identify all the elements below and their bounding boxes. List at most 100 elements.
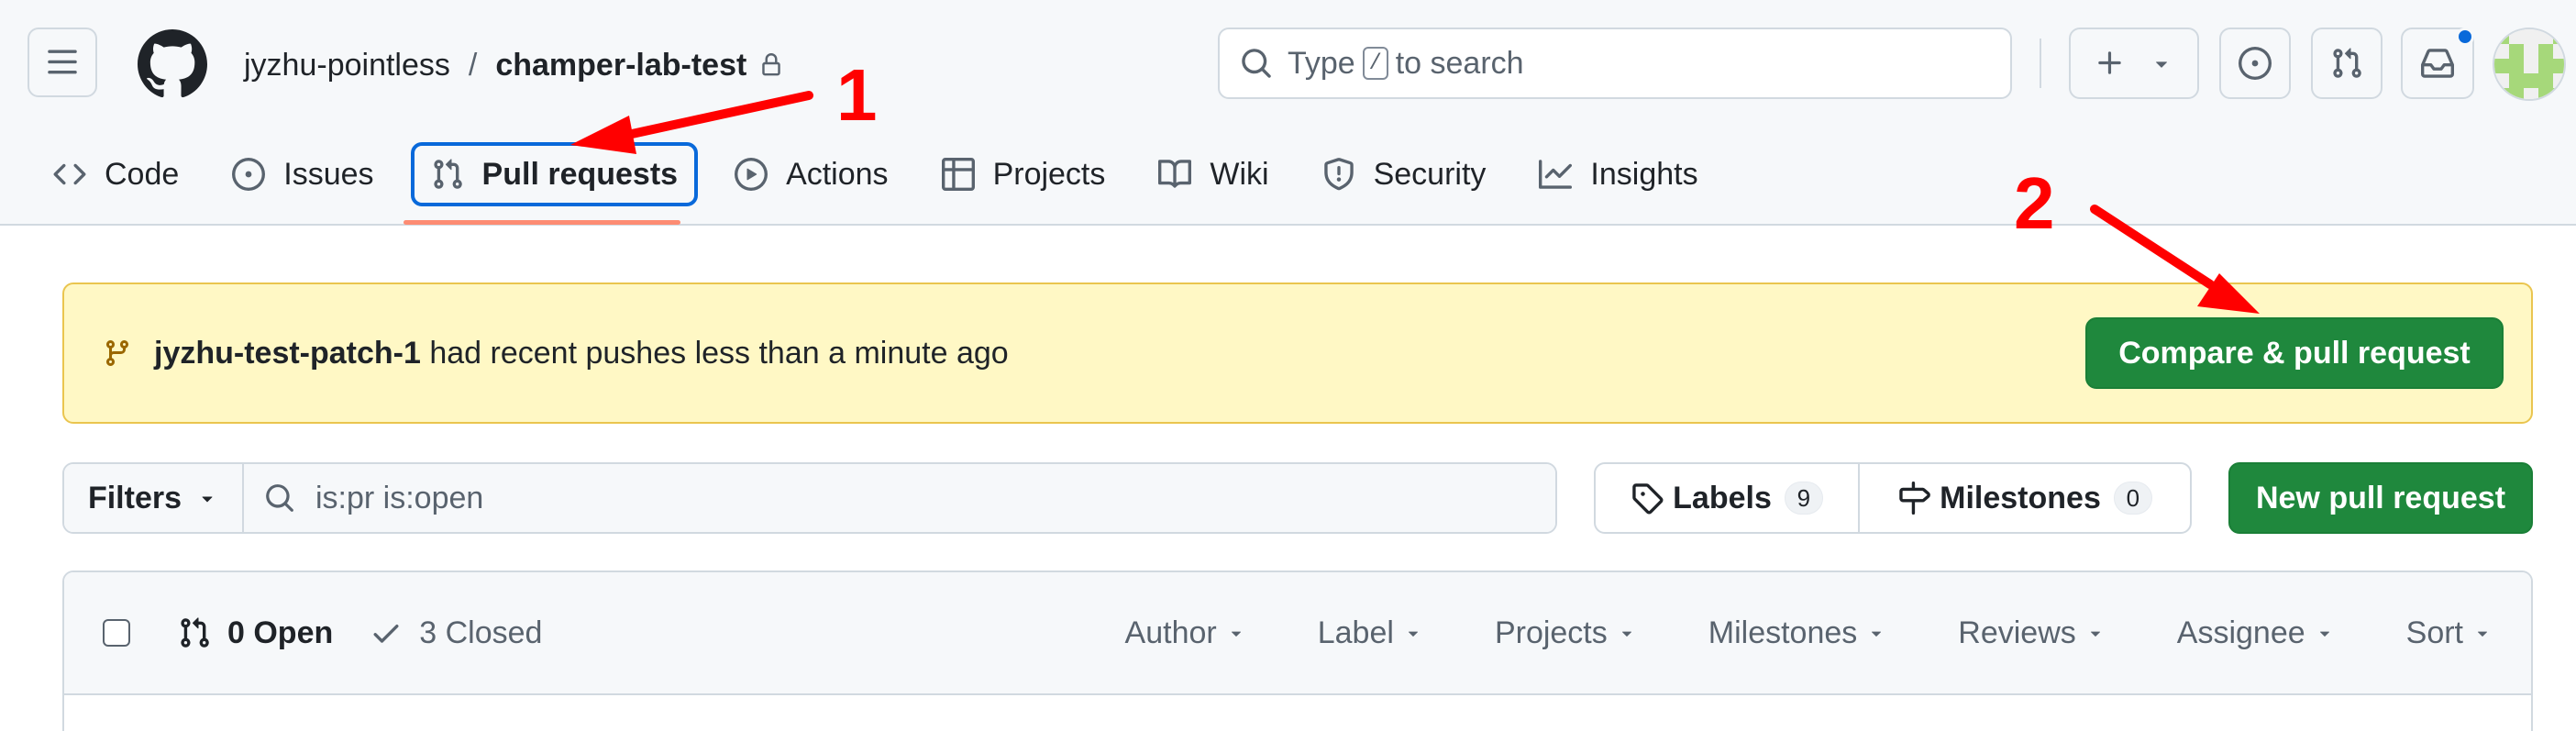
- sort-label: Sort: [2405, 615, 2463, 650]
- projects-filter-menu[interactable]: Projects: [1495, 615, 1637, 651]
- git-pull-request-icon: [181, 617, 209, 648]
- breadcrumb: jyzhu-pointless / champer-lab-test: [244, 44, 783, 86]
- compare-and-pull-request-button[interactable]: Compare & pull request: [2085, 317, 2504, 389]
- filters-label: Filters: [87, 480, 182, 515]
- code-icon: [53, 163, 86, 185]
- reviews-filter-menu[interactable]: Reviews: [1958, 615, 2105, 651]
- banner-message: jyzhu-test-patch-1 had recent pushes les…: [154, 336, 1009, 371]
- closed-prs-filter[interactable]: 3 Closed: [370, 615, 542, 651]
- milestones-count-badge: 0: [2113, 482, 2152, 515]
- milestones-filter-menu[interactable]: Milestones: [1708, 615, 1887, 651]
- sort-menus: Author Label Projects Milestones Reviews…: [1054, 572, 2493, 693]
- tab-projects[interactable]: Projects: [925, 142, 1122, 206]
- search-placeholder-suffix: to search: [1395, 45, 1524, 81]
- tab-wiki[interactable]: Wiki: [1142, 142, 1285, 206]
- tab-wiki-label: Wiki: [1210, 156, 1269, 192]
- author-filter-menu[interactable]: Author: [1125, 615, 1246, 651]
- milestones-label: Milestones: [1940, 480, 2101, 515]
- label-filter-label: Label: [1317, 615, 1394, 650]
- new-pull-request-button[interactable]: New pull request: [2228, 462, 2533, 534]
- search-icon: [1242, 49, 1271, 78]
- create-new-button[interactable]: [2069, 28, 2199, 99]
- recent-push-banner: jyzhu-test-patch-1 had recent pushes les…: [62, 282, 2533, 424]
- breadcrumb-separator: /: [468, 47, 478, 83]
- pr-search-query: is:pr is:open: [315, 480, 484, 515]
- milestones-filter-label: Milestones: [1708, 615, 1858, 650]
- issue-opened-icon: [2239, 47, 2272, 80]
- assignee-filter-menu[interactable]: Assignee: [2177, 615, 2335, 651]
- github-logo-icon[interactable]: [138, 29, 207, 99]
- annotation-number-1: 1: [836, 54, 878, 136]
- book-icon: [1158, 160, 1192, 188]
- tab-actions-label: Actions: [786, 156, 889, 192]
- triangle-down-icon: [2156, 61, 2167, 68]
- git-branch-icon: [105, 340, 128, 367]
- labels-label: Labels: [1673, 480, 1772, 515]
- shield-icon: [1323, 158, 1354, 191]
- labels-count-badge: 9: [1784, 482, 1823, 515]
- open-prs-filter[interactable]: 0 Open: [178, 615, 333, 651]
- triangle-down-icon: [2090, 631, 2100, 637]
- git-pull-request-icon: [433, 159, 462, 189]
- pr-search-input[interactable]: is:pr is:open: [244, 464, 1555, 532]
- banner-message-text: had recent pushes less than a minute ago: [420, 335, 1009, 371]
- triangle-down-icon: [2477, 631, 2488, 637]
- global-search-input[interactable]: Type / to search: [1218, 28, 2012, 99]
- tab-issues[interactable]: Issues: [216, 142, 390, 206]
- search-placeholder-prefix: Type: [1288, 45, 1355, 81]
- sort-menu[interactable]: Sort: [2406, 615, 2493, 651]
- author-filter-label: Author: [1124, 615, 1217, 650]
- tab-issues-label: Issues: [283, 156, 374, 192]
- tab-code-label: Code: [105, 156, 180, 192]
- annotation-number-2: 2: [2014, 162, 2055, 244]
- lock-icon: [759, 51, 783, 79]
- tab-security-label: Security: [1373, 156, 1487, 192]
- milestone-icon: [1899, 482, 1931, 515]
- labels-button[interactable]: Labels 9: [1596, 464, 1860, 532]
- label-filter-menu[interactable]: Label: [1318, 615, 1423, 651]
- filters-dropdown-button[interactable]: Filters: [64, 464, 244, 532]
- table-icon: [941, 158, 975, 191]
- plus-icon: [2098, 51, 2121, 74]
- projects-filter-label: Projects: [1494, 615, 1608, 650]
- global-header: jyzhu-pointless / champer-lab-test Type …: [0, 0, 2576, 226]
- selected-tab-underline: [404, 220, 680, 225]
- closed-prs-label: 3 Closed: [419, 615, 543, 650]
- menu-button[interactable]: [28, 28, 97, 97]
- tab-pull-requests-label: Pull requests: [481, 156, 679, 192]
- user-avatar[interactable]: [2493, 28, 2566, 101]
- labels-milestones-group: Labels 9 Milestones 0: [1594, 462, 2192, 534]
- hamburger-icon: [48, 50, 77, 74]
- banner-branch-name[interactable]: jyzhu-test-patch-1: [154, 336, 421, 371]
- check-icon: [373, 625, 399, 643]
- tab-insights-label: Insights: [1590, 156, 1698, 192]
- inbox-button[interactable]: [2401, 28, 2474, 99]
- tab-code[interactable]: Code: [37, 142, 195, 206]
- tab-security[interactable]: Security: [1306, 142, 1503, 206]
- tab-actions[interactable]: Actions: [718, 142, 905, 206]
- notification-dot: [2456, 28, 2474, 46]
- git-pull-request-icon: [2333, 48, 2361, 78]
- triangle-down-icon: [202, 496, 213, 503]
- play-icon: [735, 158, 768, 191]
- reviews-filter-label: Reviews: [1958, 615, 2076, 650]
- triangle-down-icon: [1408, 631, 1418, 637]
- repo-name-link[interactable]: champer-lab-test: [495, 48, 746, 83]
- issues-shortcut-button[interactable]: [2219, 28, 2291, 99]
- graph-icon: [1539, 160, 1573, 189]
- assignee-filter-label: Assignee: [2176, 615, 2305, 650]
- tab-insights[interactable]: Insights: [1522, 142, 1714, 206]
- pr-list-header: 0 Open 3 Closed Author Label Projects Mi…: [64, 572, 2531, 695]
- filter-bar: Filters is:pr is:open: [62, 462, 1557, 534]
- issue-opened-icon: [232, 158, 266, 191]
- inbox-icon: [2421, 49, 2454, 78]
- select-all-checkbox[interactable]: [103, 619, 130, 647]
- repo-owner-link[interactable]: jyzhu-pointless: [244, 48, 450, 83]
- triangle-down-icon: [1231, 631, 1241, 637]
- tab-pull-requests[interactable]: Pull requests: [410, 142, 699, 206]
- pull-requests-shortcut-button[interactable]: [2311, 28, 2383, 99]
- repo-nav: Code Issues Pull requests Actions Projec…: [37, 138, 1735, 211]
- search-icon: [266, 484, 293, 512]
- triangle-down-icon: [2319, 631, 2329, 637]
- milestones-button[interactable]: Milestones 0: [1860, 464, 2190, 532]
